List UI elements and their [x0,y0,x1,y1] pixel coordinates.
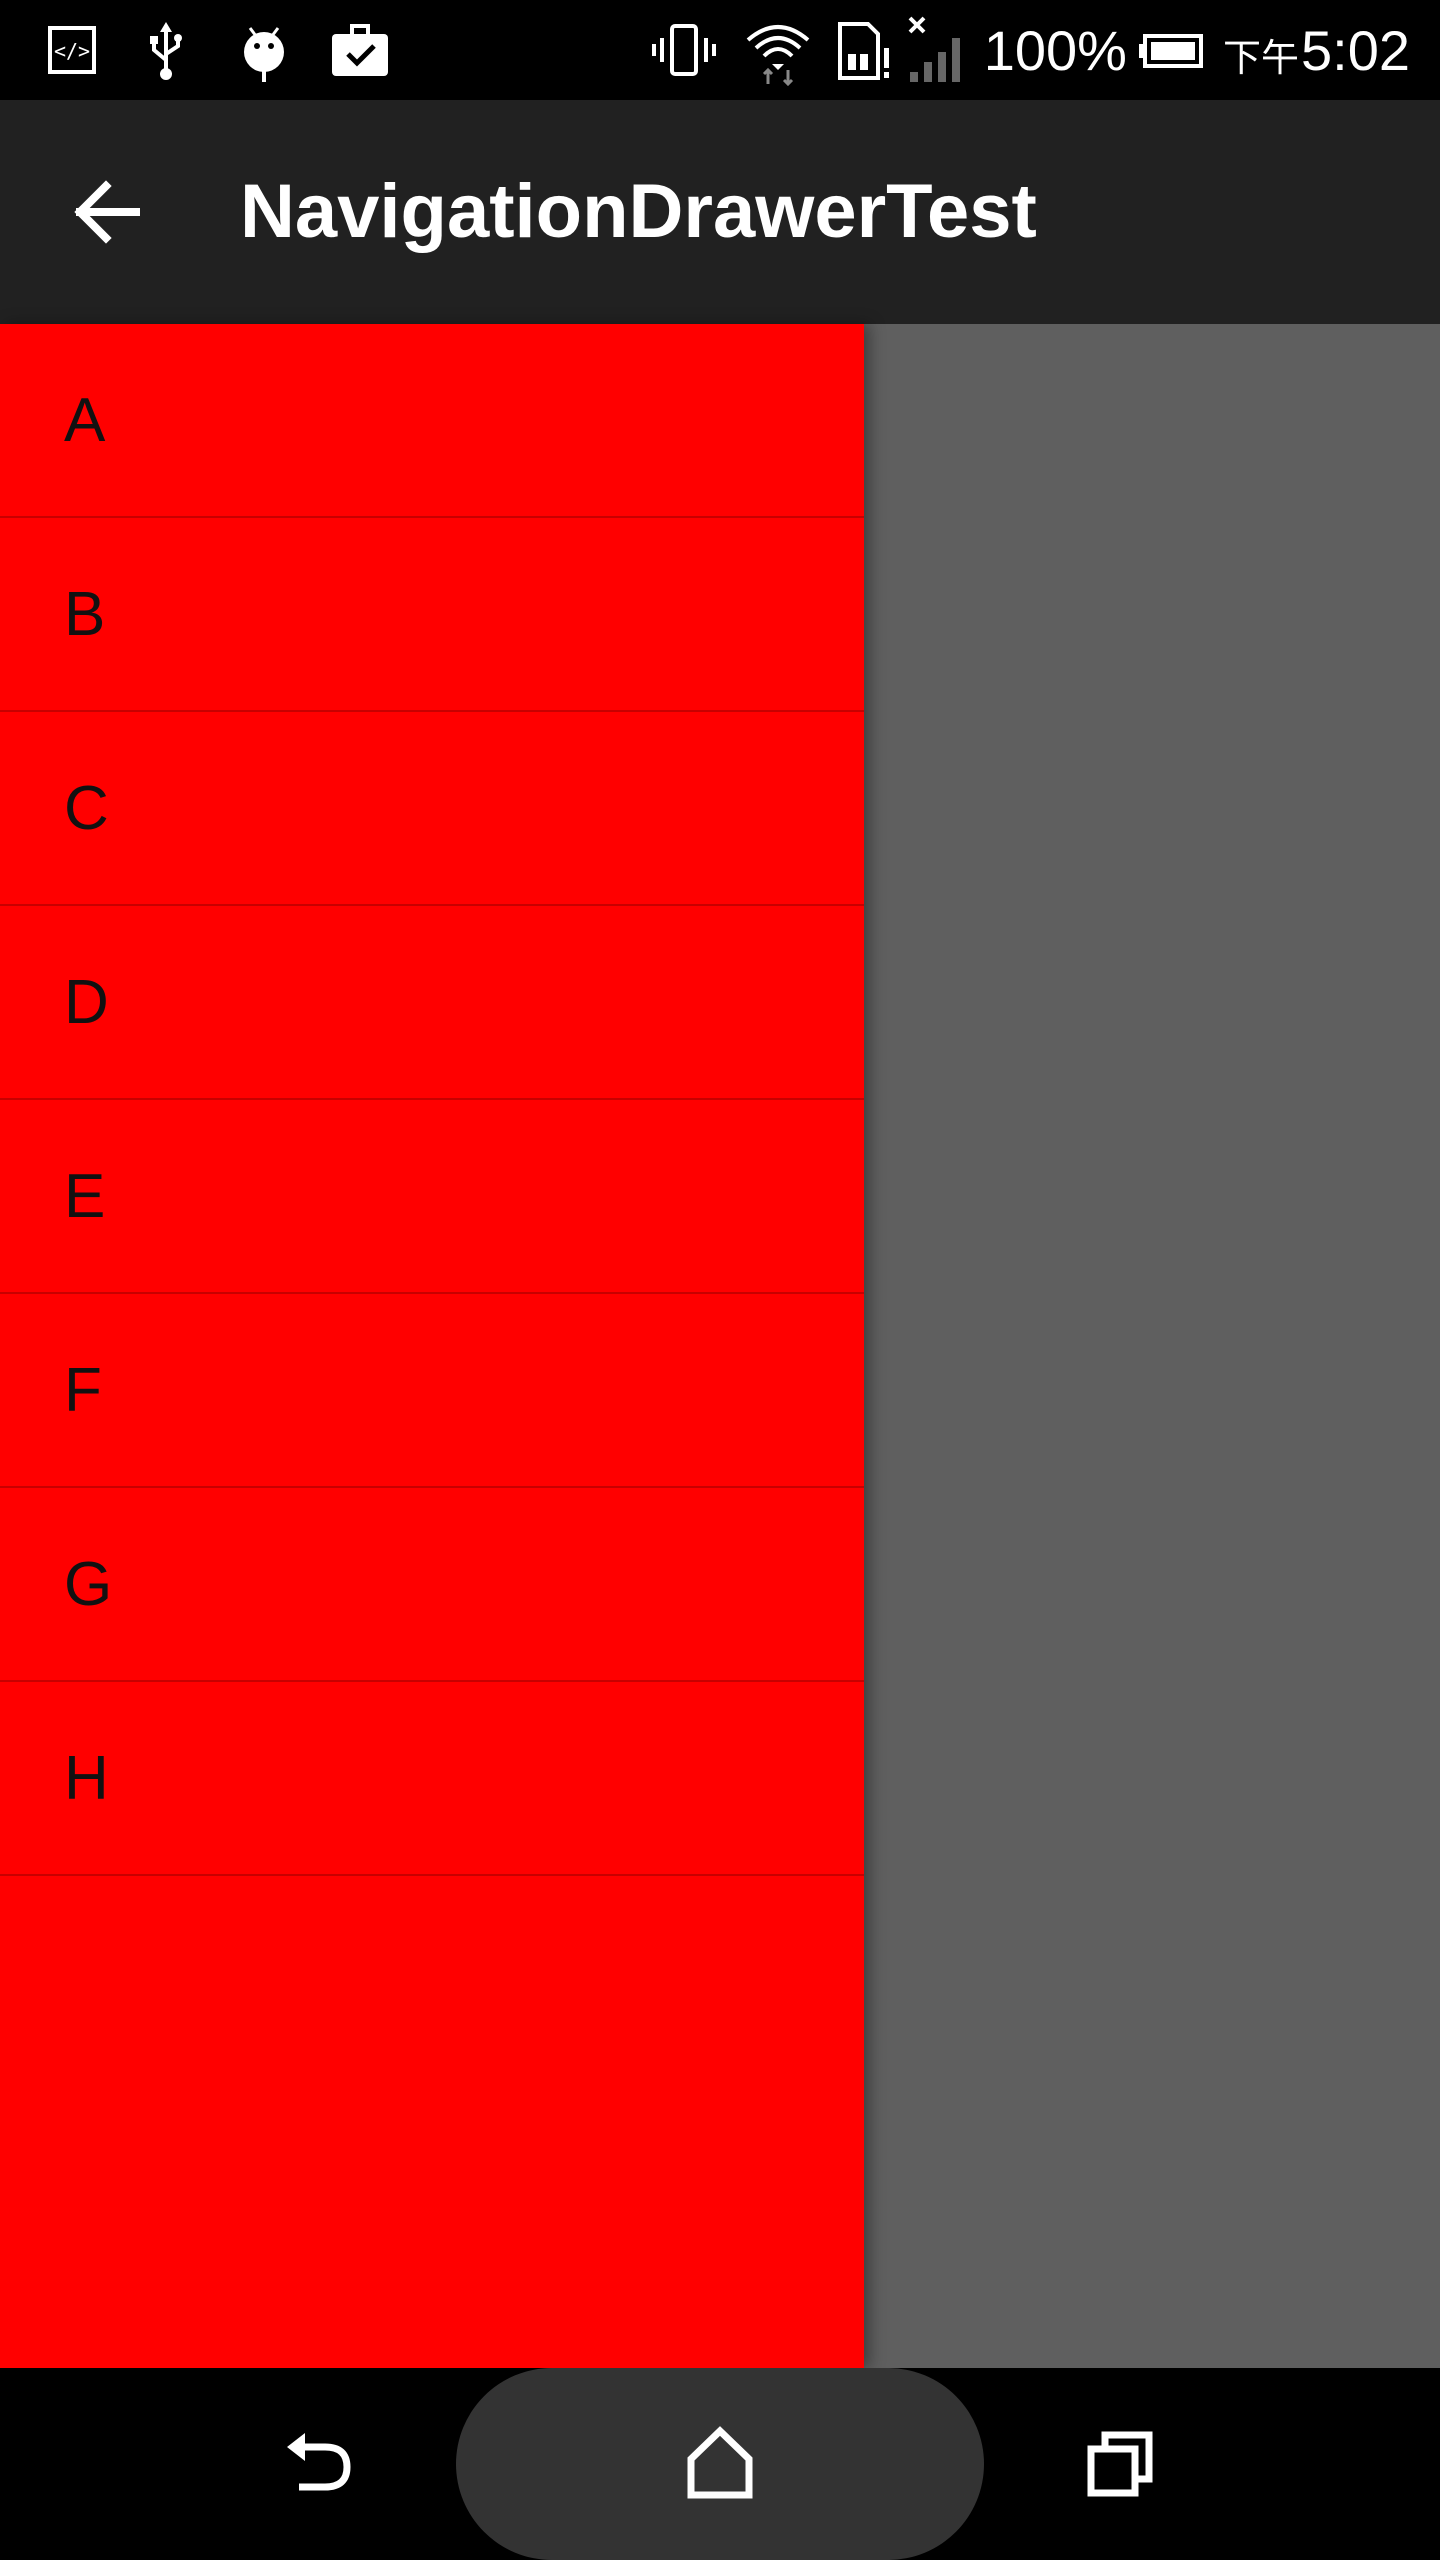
status-right: 100% 下午 5:02 [648,0,1410,100]
usb-icon [130,14,202,86]
drawer-item-label: C [64,773,109,843]
drawer-item-d[interactable]: D [0,906,864,1100]
battery-percent: 100% [983,18,1127,82]
home-icon[interactable] [660,2404,780,2524]
drawer-item-label: H [64,1743,109,1813]
status-bar: </> 100% 下午 5:02 [0,0,1440,100]
time-ampm: 下午 [1222,37,1299,80]
drawer-item-g[interactable]: G [0,1488,864,1682]
recents-icon[interactable] [1060,2404,1180,2524]
drawer-item-label: A [64,385,106,455]
vibrate-icon [648,14,720,86]
drawer-item-h[interactable]: H [0,1682,864,1876]
drawer-item-c[interactable]: C [0,712,864,906]
clock: 5:02 [1301,18,1410,82]
android-debug-icon [228,14,300,86]
page-title: NavigationDrawerTest [240,169,1037,254]
app-bar: NavigationDrawerTest [0,100,1440,324]
drawer-scrim[interactable] [864,324,1440,2368]
back-icon[interactable] [260,2404,380,2524]
drawer-item-b[interactable]: B [0,518,864,712]
battery-icon [1137,14,1209,86]
navigation-drawer: A B C D E F G H [0,324,864,2368]
signal-icon [906,14,970,86]
drawer-item-label: G [64,1549,113,1619]
drawer-item-a[interactable]: A [0,324,864,518]
code-icon: </> [36,14,108,86]
drawer-item-f[interactable]: F [0,1294,864,1488]
briefcase-check-icon [324,14,396,86]
svg-text:</>: </> [54,39,90,63]
drawer-item-label: B [64,579,106,649]
drawer-item-label: D [64,967,109,1037]
drawer-item-e[interactable]: E [0,1100,864,1294]
arrow-back-icon[interactable] [48,152,168,272]
sim-alert-icon [834,14,894,86]
drawer-item-label: F [64,1355,102,1425]
system-nav-bar [0,2368,1440,2560]
wifi-icon [742,14,814,87]
drawer-item-label: E [64,1161,106,1231]
